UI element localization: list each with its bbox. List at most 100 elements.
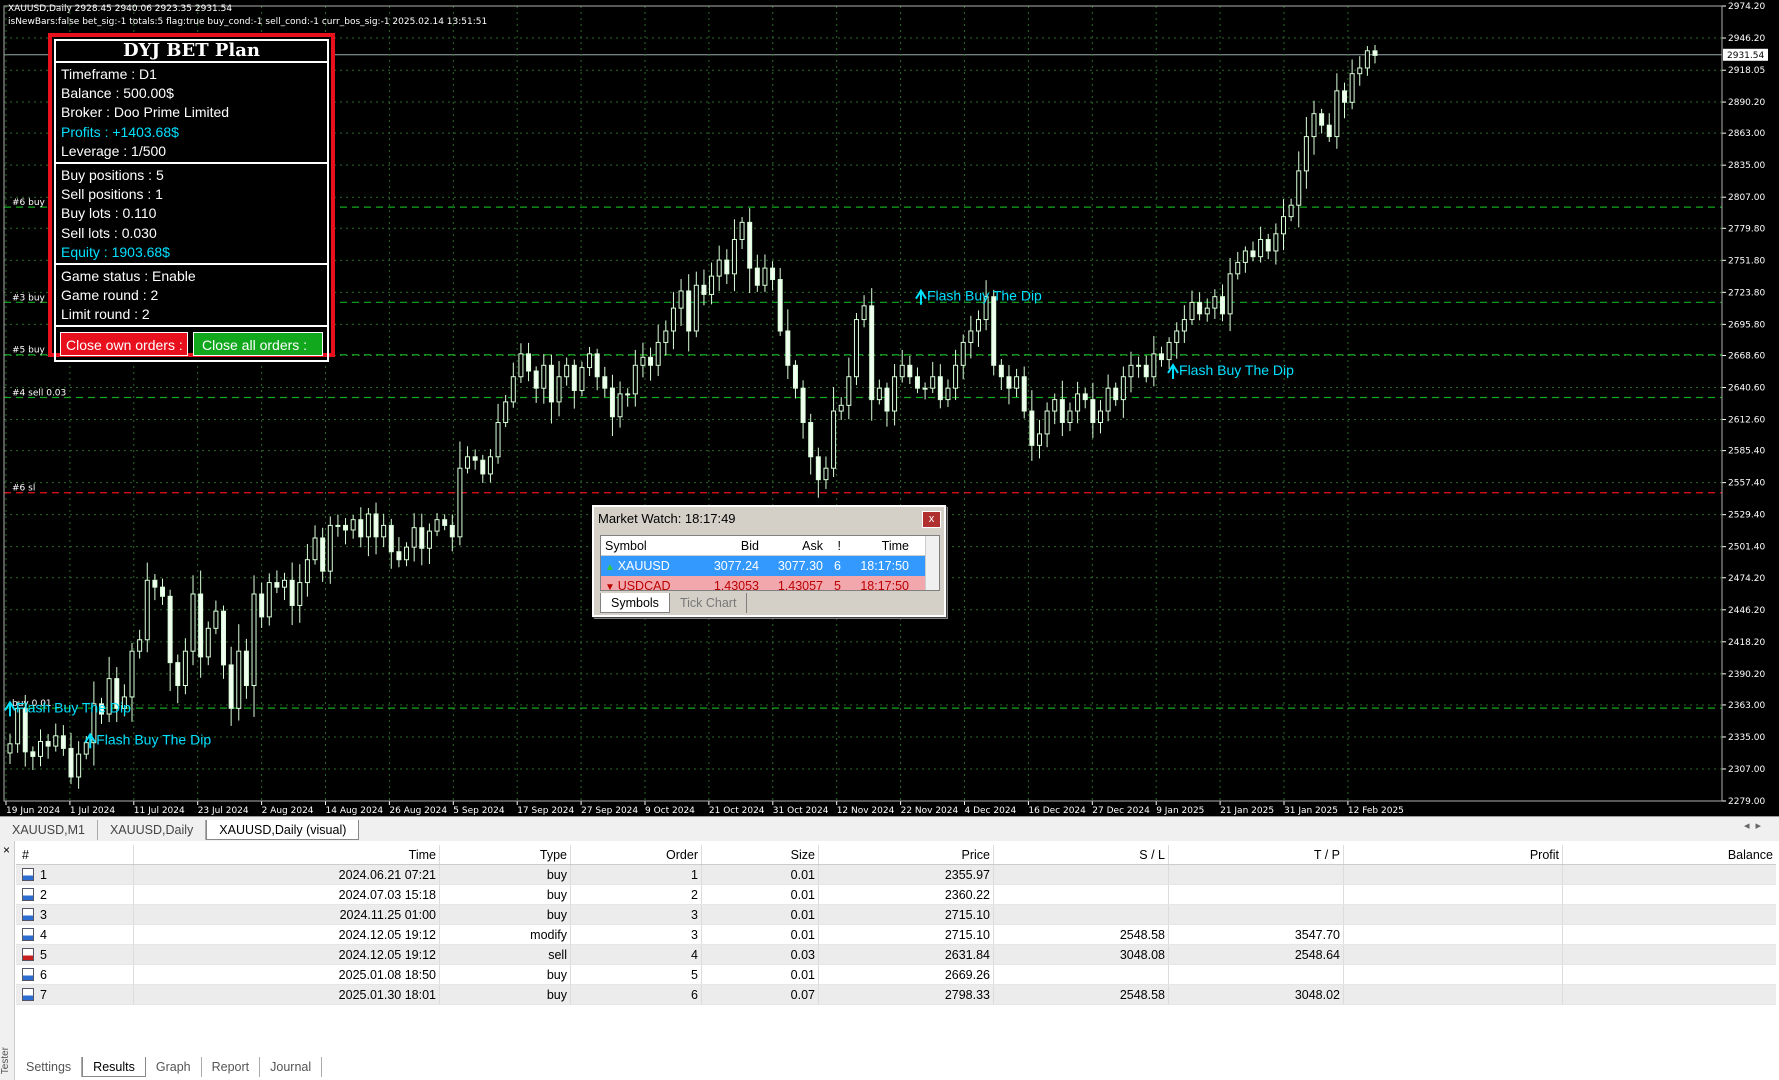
date-tick-label: 16 Dec 2024 bbox=[1028, 806, 1086, 816]
price-tick-label: 2446.20 bbox=[1728, 606, 1765, 616]
tab-graph[interactable]: Graph bbox=[146, 1057, 202, 1077]
price-chart[interactable]: #6 buy #3 buy #5 buy #4 sell 0.03 #6 sl buy 0… bbox=[0, 0, 1779, 816]
tp-cell: 3048.02 bbox=[1169, 985, 1344, 1004]
table-row[interactable]: 6 2025.01.08 18:50 buy 5 0.01 2669.26 bbox=[16, 965, 1776, 985]
market-watch-title-bar[interactable]: Market Watch: 18:17:49 x bbox=[594, 507, 944, 531]
candle-body bbox=[1166, 341, 1172, 361]
col-time[interactable]: Time bbox=[845, 536, 913, 555]
col-balance[interactable]: Balance bbox=[1563, 845, 1776, 864]
profits-text: Profits : +1403.68$ bbox=[61, 123, 179, 140]
col-sl[interactable]: S / L bbox=[994, 845, 1169, 864]
candle-body bbox=[221, 610, 227, 666]
close-icon[interactable]: × bbox=[3, 843, 10, 857]
limit-round-text: Limit round : 2 bbox=[61, 306, 150, 323]
candle-body bbox=[1181, 319, 1187, 332]
price-tick-label: 2835.00 bbox=[1728, 161, 1765, 171]
down-arrow-icon: ▼ bbox=[605, 582, 618, 591]
col-price[interactable]: Price bbox=[819, 845, 994, 864]
candle-body bbox=[472, 456, 478, 461]
price-tick-label: 2585.40 bbox=[1728, 447, 1765, 457]
candle-body bbox=[785, 330, 791, 366]
tab-xauusd-daily[interactable]: XAUUSD,Daily bbox=[98, 820, 207, 840]
date-tick-label: 17 Sep 2024 bbox=[517, 806, 574, 816]
order-level-label: #5 buy bbox=[12, 346, 46, 356]
close-own-orders-button[interactable]: Close own orders : bbox=[60, 332, 188, 357]
date-tick-label: 19 Jun 2024 bbox=[6, 806, 60, 816]
order-cell: 3 bbox=[571, 925, 702, 944]
buy-lots-text: Buy lots : 0.110 bbox=[61, 205, 157, 222]
close-icon[interactable]: x bbox=[922, 511, 941, 528]
candle-body bbox=[1143, 364, 1149, 378]
tab-scroll-arrows-icon[interactable]: ◂▸ bbox=[1744, 819, 1767, 832]
symbol-name: USDCAD bbox=[617, 579, 671, 591]
candle-body bbox=[1052, 399, 1058, 412]
col-type[interactable]: Type bbox=[440, 845, 571, 864]
market-watch-row[interactable]: ▼ USDCAD 1.43053 1.43057 5 18:17:50 bbox=[601, 576, 939, 591]
results-rows: 1 2024.06.21 07:21 buy 1 0.01 2355.97 2 2024.07… bbox=[16, 865, 1776, 1005]
price-cell: 2715.10 bbox=[819, 905, 994, 924]
price-tick-label: 2474.20 bbox=[1728, 574, 1765, 584]
candle-body bbox=[953, 364, 959, 389]
candle-body bbox=[1235, 261, 1241, 275]
tab-report[interactable]: Report bbox=[202, 1057, 261, 1077]
date-tick-label: 11 Jul 2024 bbox=[134, 806, 185, 816]
tab-journal[interactable]: Journal bbox=[260, 1057, 323, 1077]
col-time[interactable]: Time bbox=[134, 845, 440, 864]
col-order[interactable]: Order bbox=[571, 845, 702, 864]
price-cell: 2669.26 bbox=[819, 965, 994, 984]
col-profit[interactable]: Profit bbox=[1344, 845, 1563, 864]
date-tick-label: 31 Oct 2024 bbox=[773, 806, 829, 816]
table-row[interactable]: 1 2024.06.21 07:21 buy 1 0.01 2355.97 bbox=[16, 865, 1776, 885]
ask-cell: 3077.30 bbox=[777, 559, 823, 573]
table-row[interactable]: 3 2024.11.25 01:00 buy 3 0.01 2715.10 bbox=[16, 905, 1776, 925]
candle-body bbox=[282, 579, 288, 588]
candle-body bbox=[960, 341, 966, 366]
candle-body bbox=[1372, 50, 1378, 56]
market-watch-tabs: Symbols Tick Chart bbox=[600, 593, 748, 613]
date-tick-label: 9 Oct 2024 bbox=[645, 806, 695, 816]
price-tick-label: 2640.60 bbox=[1728, 383, 1765, 393]
market-watch-table: Symbol Bid Ask ! Time ▲ XAUUSD 3077.24 3… bbox=[600, 535, 940, 591]
positions-section: Buy positions : 5 Sell positions : 1 Buy… bbox=[54, 163, 329, 265]
profit-cell bbox=[1344, 885, 1563, 904]
tab-results[interactable]: Results bbox=[82, 1057, 146, 1077]
candle-body bbox=[358, 519, 364, 538]
col-number[interactable]: # bbox=[16, 845, 134, 864]
col-tp[interactable]: T / P bbox=[1169, 845, 1344, 864]
candle-body bbox=[1265, 239, 1271, 252]
market-watch-window[interactable]: Market Watch: 18:17:49 x Symbol Bid Ask … bbox=[592, 505, 946, 617]
close-all-orders-button[interactable]: Close all orders : bbox=[193, 332, 323, 357]
balance-cell bbox=[1563, 905, 1776, 924]
tab-settings[interactable]: Settings bbox=[16, 1057, 83, 1077]
col-size[interactable]: Size bbox=[702, 845, 819, 864]
table-row[interactable]: 5 2024.12.05 19:12 sell 4 0.03 2631.84 3048.08… bbox=[16, 945, 1776, 965]
candle-body bbox=[388, 524, 394, 553]
sell-order-icon bbox=[22, 948, 34, 961]
table-row[interactable]: 4 2024.12.05 19:12 modify 3 0.01 2715.10 2548.… bbox=[16, 925, 1776, 945]
col-spread[interactable]: ! bbox=[827, 536, 845, 555]
col-bid[interactable]: Bid bbox=[699, 536, 763, 555]
table-row[interactable]: 7 2025.01.30 18:01 buy 6 0.07 2798.33 2548.58 3… bbox=[16, 985, 1776, 1005]
candle-body bbox=[510, 376, 516, 403]
table-row[interactable]: 2 2024.07.03 15:18 buy 2 0.01 2360.22 bbox=[16, 885, 1776, 905]
flash-buy-label: Flash Buy The Dip bbox=[16, 699, 131, 715]
time-cell: 18:17:50 bbox=[860, 579, 909, 591]
tab-xauusd-m1[interactable]: XAUUSD,M1 bbox=[0, 820, 98, 840]
candle-body bbox=[632, 364, 638, 395]
market-watch-scrollbar[interactable] bbox=[925, 536, 939, 590]
tab-symbols[interactable]: Symbols bbox=[600, 593, 670, 613]
date-tick-label: 5 Sep 2024 bbox=[453, 806, 505, 816]
dyj-bet-plan-panel: DYJ BET Plan Timeframe : D1 Balance : 50… bbox=[48, 33, 335, 363]
order-cell: 3 bbox=[571, 905, 702, 924]
market-watch-row[interactable]: ▲ XAUUSD 3077.24 3077.30 6 18:17:50 bbox=[601, 556, 939, 576]
candle-body bbox=[541, 364, 547, 389]
col-symbol[interactable]: Symbol bbox=[601, 536, 699, 555]
tp-cell bbox=[1169, 865, 1344, 884]
tab-xauusd-daily-visual[interactable]: XAUUSD,Daily (visual) bbox=[206, 820, 360, 840]
buy-order-icon bbox=[22, 928, 34, 941]
row-number: 1 bbox=[40, 868, 47, 882]
tab-tick-chart[interactable]: Tick Chart bbox=[670, 593, 748, 613]
size-cell: 0.01 bbox=[702, 885, 819, 904]
col-ask[interactable]: Ask bbox=[763, 536, 827, 555]
candle-body bbox=[1197, 301, 1203, 315]
